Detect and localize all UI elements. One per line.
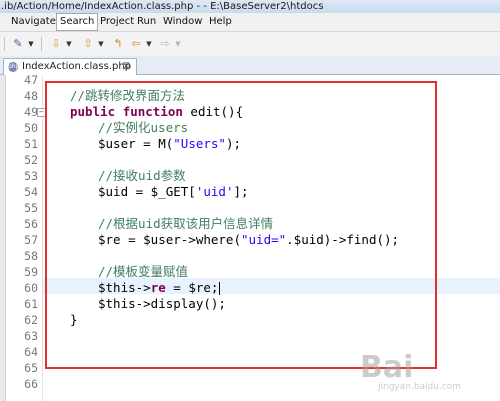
line-number: 66	[24, 377, 38, 391]
line-number: 57	[24, 233, 38, 247]
toolbar-separator	[4, 37, 5, 51]
menu-run[interactable]: Run	[134, 14, 159, 30]
toolbar: ✎ ▼ ⇩ ▼ ⇧ ▼ ↰ ⇦ ▼ ⇨ ▼	[0, 32, 500, 57]
line-number: 55	[24, 201, 38, 215]
dropdown-arrow-icon[interactable]: ▼	[174, 36, 182, 52]
menu-search[interactable]: Search	[56, 13, 99, 31]
window-title-bar: .ib/Action/Home/IndexAction.class.php - …	[0, 0, 500, 13]
wand-icon[interactable]: ✎	[10, 36, 26, 52]
line-number: 48	[24, 89, 38, 103]
line-number: 63	[24, 329, 38, 343]
baidu-watermark: Bai jingyan.baidu.com	[360, 342, 490, 394]
line-number: 58	[24, 249, 38, 263]
line-number: 59	[24, 265, 38, 279]
highlight-annotation-box	[45, 81, 437, 369]
line-number: 51	[24, 137, 38, 151]
php-file-icon: php	[8, 62, 20, 72]
line-number: 47	[24, 73, 38, 87]
menu-bar: Navigate Search Project Run Window Help	[0, 13, 500, 32]
line-number: 49	[24, 105, 38, 119]
line-number: 50	[24, 121, 38, 135]
line-number: 52	[24, 153, 38, 167]
dropdown-arrow-icon[interactable]: ▼	[65, 36, 73, 52]
line-number: 61	[24, 297, 38, 311]
watermark-url: jingyan.baidu.com	[378, 382, 462, 392]
last-edit-icon[interactable]: ↰	[110, 36, 126, 52]
line-number: 56	[24, 217, 38, 231]
close-icon[interactable]: ⊠	[122, 59, 130, 74]
toolbar-separator	[41, 37, 42, 51]
line-number-gutter: 47 48 49 50 51 52 53 54 55 56 57 58 59 6…	[6, 73, 46, 401]
back-icon[interactable]: ⇦	[128, 36, 144, 52]
menu-help[interactable]: Help	[206, 14, 235, 30]
window-title: .ib/Action/Home/IndexAction.class.php - …	[1, 1, 324, 12]
dropdown-arrow-icon[interactable]: ▼	[145, 36, 153, 52]
next-annotation-icon[interactable]: ⇩	[48, 36, 64, 52]
prev-annotation-icon[interactable]: ⇧	[80, 36, 96, 52]
dropdown-arrow-icon[interactable]: ▼	[27, 36, 35, 52]
tab-label: IndexAction.class.php	[22, 61, 132, 72]
editor-tab-bar: php IndexAction.class.php ⊠	[0, 56, 500, 75]
line-number: 53	[24, 169, 38, 183]
menu-navigate[interactable]: Navigate	[8, 14, 59, 30]
dropdown-arrow-icon[interactable]: ▼	[97, 36, 105, 52]
line-number: 64	[24, 345, 38, 359]
line-number: 62	[24, 313, 38, 327]
line-number: 54	[24, 185, 38, 199]
forward-icon[interactable]: ⇨	[157, 36, 173, 52]
menu-window[interactable]: Window	[160, 14, 205, 30]
line-number: 65	[24, 361, 38, 375]
menu-project[interactable]: Project	[97, 14, 137, 30]
watermark-logo: Bai	[360, 350, 414, 385]
line-number: 60	[24, 281, 38, 295]
